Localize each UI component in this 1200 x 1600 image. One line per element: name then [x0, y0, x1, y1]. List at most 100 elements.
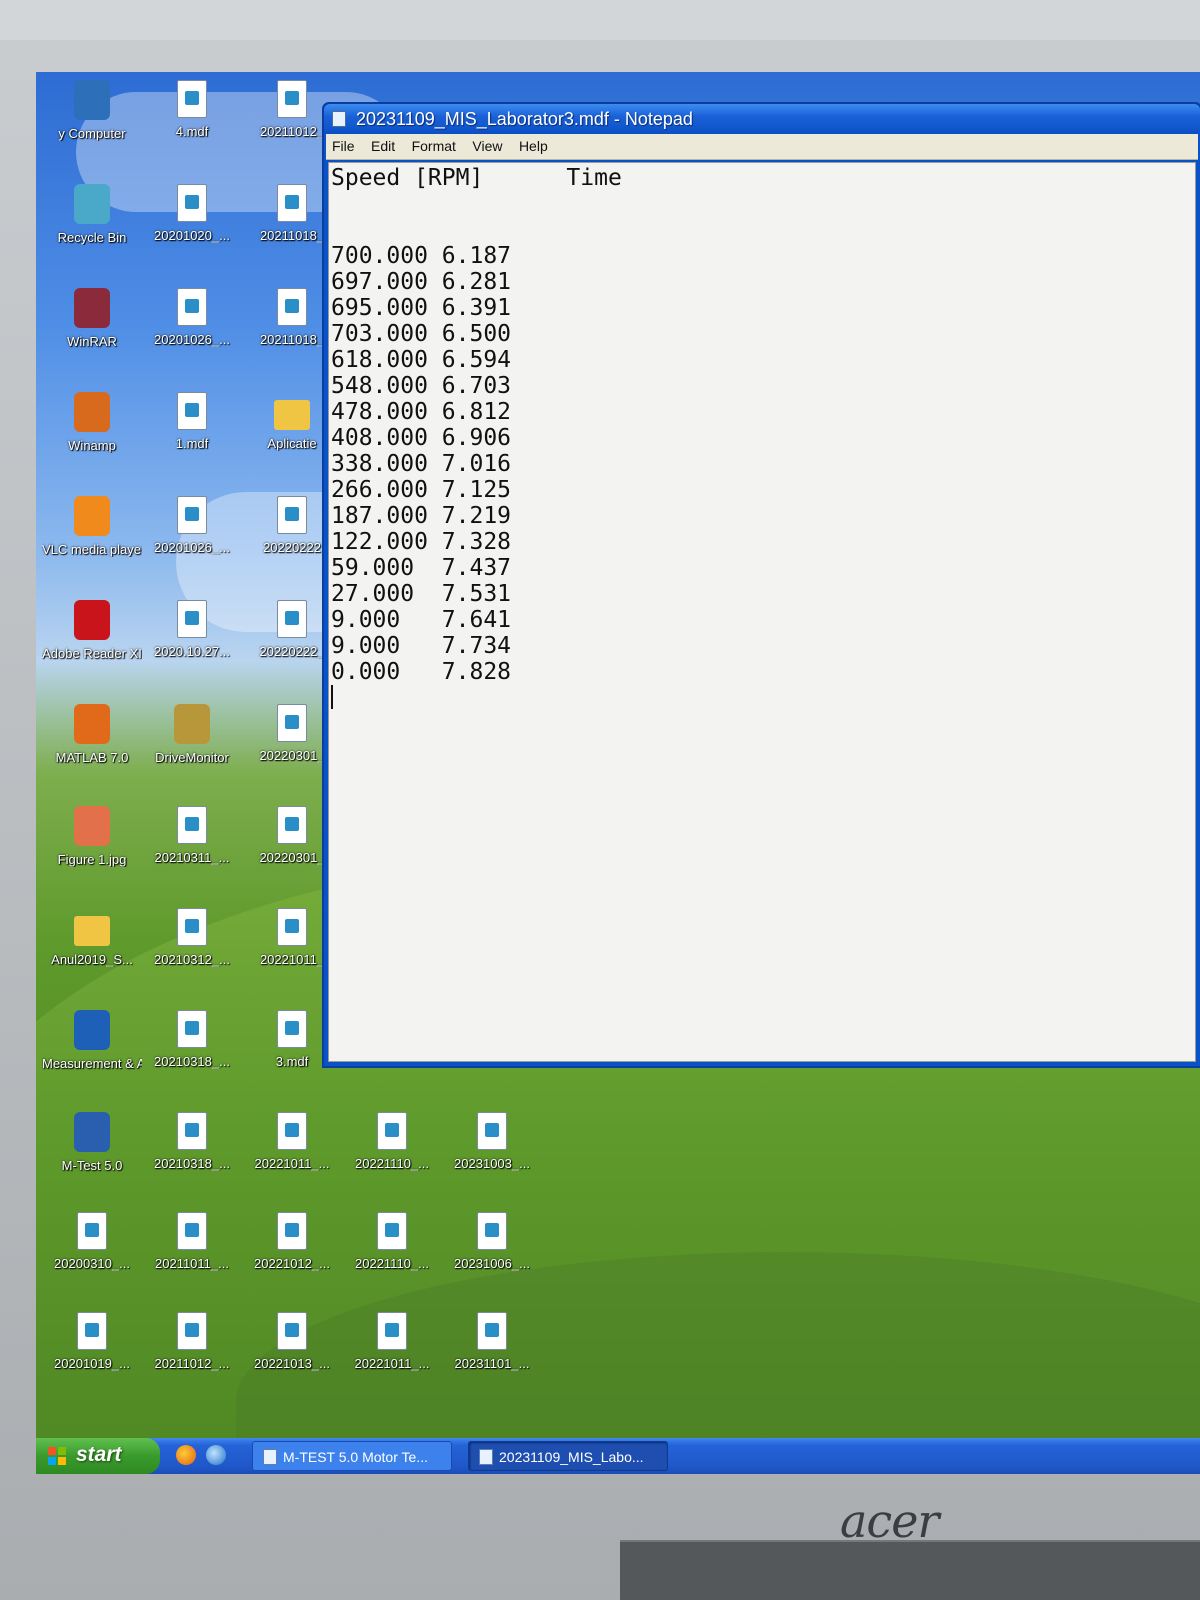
document-icon: [177, 288, 207, 326]
notepad-titlebar[interactable]: 20231109_MIS_Laborator3.mdf - Notepad: [324, 104, 1200, 134]
application-icon: [74, 1112, 110, 1152]
desktop-icon[interactable]: Anul2019_S...: [42, 908, 142, 1004]
menu-format[interactable]: Format: [406, 134, 462, 158]
desktop-icon[interactable]: VLC media player: [42, 496, 142, 592]
desktop-icon[interactable]: 20231006_...: [442, 1212, 542, 1308]
desktop-icon[interactable]: Winamp: [42, 392, 142, 488]
menu-file[interactable]: File: [326, 134, 361, 158]
document-icon: [277, 806, 307, 844]
desktop-icon-label: Anul2019_S...: [51, 952, 133, 967]
desktop-icon[interactable]: 20201020_...: [142, 184, 242, 280]
document-icon: [177, 908, 207, 946]
desktop-icon[interactable]: 20210318_...: [142, 1112, 242, 1208]
start-button[interactable]: start: [36, 1438, 160, 1474]
notepad-window[interactable]: 20231109_MIS_Laborator3.mdf - Notepad Fi…: [322, 102, 1200, 1068]
desktop-icon[interactable]: 20221012_...: [242, 1212, 342, 1308]
desktop-icon-label: Measurement & Automation: [42, 1056, 142, 1071]
desktop-icon-label: Winamp: [68, 438, 116, 453]
menu-bar: File Edit Format View Help: [326, 134, 1198, 160]
taskbar-item-label: 20231109_MIS_Labo...: [499, 1449, 644, 1465]
desktop-icon-label: 4.mdf: [175, 124, 209, 139]
desktop-icon-label: 20221110_...: [355, 1256, 429, 1271]
desktop-icon[interactable]: 20211012_...: [142, 1312, 242, 1408]
mtest-icon: [263, 1449, 277, 1465]
desktop-icon-label: 20221012_...: [254, 1256, 330, 1271]
application-icon: [74, 288, 110, 328]
desktop-icon-label: 20221110_...: [355, 1156, 429, 1171]
monitor-bezel: y Computer 4.mdf 20211012_ Recycle Bin 20201…: [0, 0, 1200, 1600]
desktop-icon[interactable]: WinRAR: [42, 288, 142, 384]
internet-explorer-icon[interactable]: [206, 1445, 226, 1465]
desktop-icon[interactable]: Figure 1.jpg: [42, 806, 142, 902]
desktop-icon[interactable]: 20221011_...: [242, 1112, 342, 1208]
desktop-icon-label: 20221013_...: [254, 1356, 330, 1371]
desktop-icon-label: 20201020_...: [154, 228, 230, 243]
desktop-icon[interactable]: Measurement & Automation: [42, 1010, 142, 1106]
taskbar-item-mtest[interactable]: M-TEST 5.0 Motor Te...: [252, 1441, 452, 1471]
document-icon: [277, 908, 307, 946]
desktop-icon[interactable]: 20231101_...: [442, 1312, 542, 1408]
application-icon: [74, 184, 110, 224]
desktop-icon[interactable]: 20221110_...: [342, 1212, 442, 1308]
desktop-icon[interactable]: 20201026_...: [142, 496, 242, 592]
desktop-icon-label: VLC media player: [42, 542, 142, 557]
desktop-icon[interactable]: 1.mdf: [142, 392, 242, 488]
text-editor-area[interactable]: Speed [RPM] Time 700.000 6.187 697.000 6…: [328, 162, 1196, 1062]
document-icon: [177, 1212, 207, 1250]
desktop-icon-label: 20210312_...: [154, 952, 230, 967]
desktop-icon-label: 20201026_...: [154, 540, 230, 555]
desktop-icon[interactable]: 20221013_...: [242, 1312, 342, 1408]
desktop-icon[interactable]: 20201019_...: [42, 1312, 142, 1408]
desktop-icon[interactable]: 20200310_...: [42, 1212, 142, 1308]
document-icon: [77, 1212, 107, 1250]
desktop-icon[interactable]: 20210312_...: [142, 908, 242, 1004]
document-icon: [277, 704, 307, 742]
taskbar-item-notepad[interactable]: 20231109_MIS_Labo...: [468, 1441, 668, 1471]
desktop-icon[interactable]: Recycle Bin: [42, 184, 142, 280]
application-icon: [74, 80, 110, 120]
desktop-icon[interactable]: y Computer: [42, 80, 142, 176]
window-title: 20231109_MIS_Laborator3.mdf - Notepad: [356, 109, 693, 129]
desktop-icon-label: 20210318_...: [154, 1156, 230, 1171]
desktop-icon[interactable]: 20210311_...: [142, 806, 242, 902]
folder-icon: [274, 400, 310, 430]
desktop-icon-label: 20221011_...: [254, 1156, 330, 1171]
desktop-icon-label: 20221011_...: [354, 1356, 430, 1371]
desktop-icon[interactable]: 20201026_...: [142, 288, 242, 384]
document-icon: [277, 1312, 307, 1350]
desktop-icon[interactable]: 20221011_...: [342, 1312, 442, 1408]
desktop-icon[interactable]: M-Test 5.0: [42, 1112, 142, 1208]
monitor-stand: [620, 1540, 1200, 1600]
document-icon: [77, 1312, 107, 1350]
desktop-icon[interactable]: DriveMonitor: [142, 704, 242, 800]
application-icon: [174, 704, 210, 744]
desktop-icon[interactable]: 20221110_...: [342, 1112, 442, 1208]
document-icon: [277, 496, 307, 534]
desktop-icon-label: 20211011_...: [155, 1256, 229, 1271]
desktop-icon[interactable]: 20231003_...: [442, 1112, 542, 1208]
desktop-icon[interactable]: 4.mdf: [142, 80, 242, 176]
desktop-icon-label: y Computer: [58, 126, 126, 141]
folder-icon: [74, 916, 110, 946]
menu-help[interactable]: Help: [513, 134, 554, 158]
desktop-icon-label: Figure 1.jpg: [57, 852, 127, 867]
desktop-icon[interactable]: 20210318_...: [142, 1010, 242, 1106]
desktop-icon-label: 20200310_...: [54, 1256, 130, 1271]
desktop-icon-label: 20210311_...: [154, 850, 230, 865]
firefox-icon[interactable]: [176, 1445, 196, 1465]
desktop-icon[interactable]: Adobe Reader XI: [42, 600, 142, 696]
document-icon: [177, 600, 207, 638]
menu-edit[interactable]: Edit: [365, 134, 401, 158]
desktop-icon[interactable]: 2020.10.27...: [142, 600, 242, 696]
menu-view[interactable]: View: [466, 134, 508, 158]
document-icon: [277, 80, 307, 118]
desktop-icon-label: Recycle Bin: [57, 230, 127, 245]
desktop-icon-label: 20231101_...: [454, 1356, 530, 1371]
application-icon: [74, 806, 110, 846]
monitor-top-edge: [0, 0, 1200, 40]
notepad-icon: [332, 111, 346, 127]
start-label: start: [76, 1443, 122, 1466]
document-icon: [277, 184, 307, 222]
desktop-icon[interactable]: 20211011_...: [142, 1212, 242, 1308]
desktop-icon[interactable]: MATLAB 7.0: [42, 704, 142, 800]
